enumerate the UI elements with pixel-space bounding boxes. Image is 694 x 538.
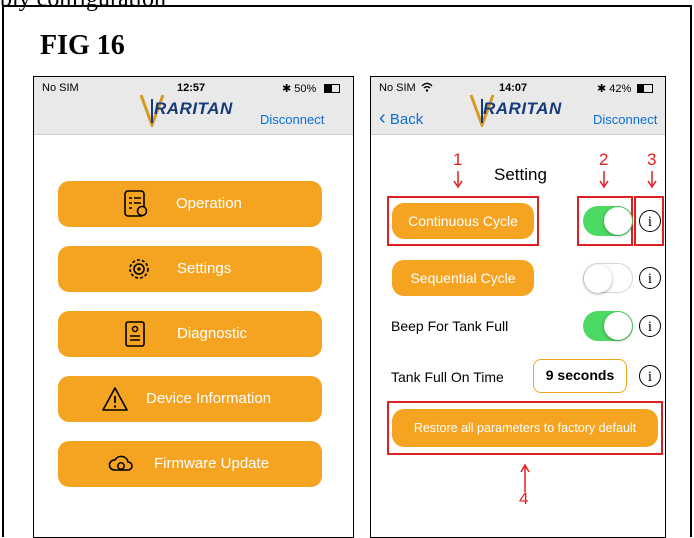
cloud-refresh-icon	[108, 455, 133, 471]
settings-gear-icon	[129, 259, 149, 279]
restore-defaults-button[interactable]: Restore all parameters to factory defaul…	[392, 409, 658, 447]
tank-full-on-time-label: Tank Full On Time	[391, 369, 504, 385]
diagnostic-label: Diagnostic	[177, 325, 248, 342]
tank-full-on-time-info-icon[interactable]: i	[639, 365, 661, 387]
settings-label: Settings	[177, 260, 232, 277]
sequential-cycle-info-icon[interactable]: i	[639, 267, 661, 289]
operation-checklist-icon	[124, 190, 148, 217]
tank-full-on-time-field[interactable]: 9 seconds	[533, 359, 627, 393]
toggle-knob	[604, 312, 632, 340]
status-time: 12:57	[177, 82, 206, 94]
continuous-cycle-info-icon[interactable]: i	[639, 210, 661, 232]
toggle-knob	[604, 207, 632, 235]
device-information-label: Device Information	[146, 390, 272, 407]
toggle-knob	[584, 265, 612, 293]
annotation-arrows	[453, 171, 657, 492]
beep-tank-full-label: Beep For Tank Full	[391, 318, 509, 334]
firmware-update-button[interactable]: Firmware Update	[58, 441, 322, 487]
raritan-logo: RARITAN	[154, 99, 233, 118]
beep-tank-full-toggle[interactable]	[583, 311, 633, 341]
continuous-cycle-toggle[interactable]	[583, 206, 633, 236]
battery-label: ✱ 50%	[282, 83, 317, 95]
continuous-cycle-button[interactable]: Continuous Cycle	[392, 203, 534, 239]
operation-button[interactable]: Operation	[58, 181, 322, 227]
main-menu-screen: No SIM 12:57 ✱ 50% RARITAN Disconnect Op…	[33, 76, 354, 538]
disconnect-link[interactable]: Disconnect	[260, 112, 324, 127]
diagnostic-document-icon	[125, 321, 145, 347]
settings-screen: No SIM 14:07 ✱ 42% ‹ Back RARITAN Discon…	[370, 76, 666, 538]
figure-title: FIG 16	[40, 30, 125, 61]
settings-button[interactable]: Settings	[58, 246, 322, 292]
warning-triangle-icon	[102, 387, 128, 411]
diagnostic-button[interactable]: Diagnostic	[58, 311, 322, 357]
sequential-cycle-toggle[interactable]	[583, 263, 633, 293]
beep-tank-full-info-icon[interactable]: i	[639, 315, 661, 337]
firmware-update-label: Firmware Update	[154, 455, 270, 472]
sequential-cycle-button[interactable]: Sequential Cycle	[392, 260, 534, 296]
device-information-button[interactable]: Device Information	[58, 376, 322, 422]
app-header: No SIM 12:57 ✱ 50% RARITAN Disconnect	[34, 77, 353, 135]
battery-icon	[324, 84, 340, 93]
carrier-label: No SIM	[42, 82, 79, 94]
operation-label: Operation	[176, 195, 242, 212]
annotation-4: 4	[519, 489, 529, 508]
